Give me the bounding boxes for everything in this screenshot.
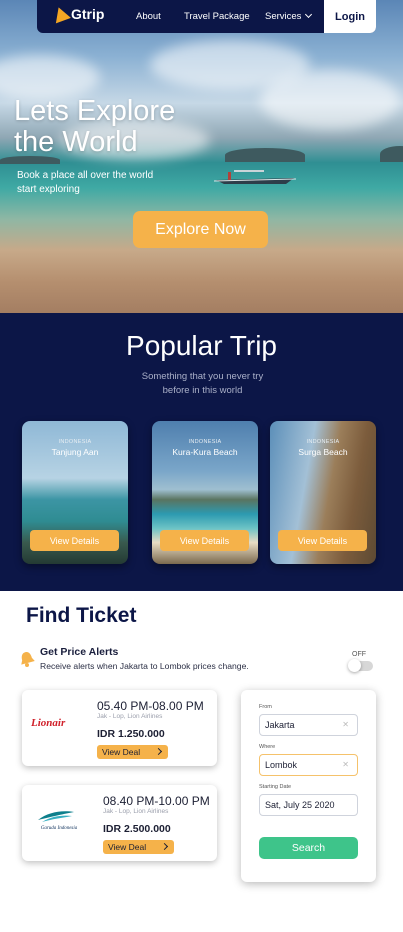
cloud-decoration: [260, 70, 400, 130]
nav-item-services[interactable]: Services: [265, 10, 313, 22]
boat-image: [214, 170, 296, 184]
garuda-wing-icon: [38, 811, 74, 822]
flight-time: 08.40 PM-10.00 PM: [103, 794, 210, 808]
logo-icon: [51, 4, 71, 24]
from-value: Jakarta: [265, 720, 295, 730]
island-decoration: [380, 146, 403, 162]
search-button[interactable]: Search: [259, 837, 358, 859]
trip-country: INDONESIA: [306, 439, 340, 445]
nav-item-travel-package[interactable]: Travel Package: [184, 11, 250, 22]
trip-name: Kura-Kura Beach: [172, 447, 238, 457]
trip-card-surga-beach[interactable]: INDONESIA Surga Beach View Details: [270, 421, 376, 564]
lion-air-logo: Lionair: [31, 713, 89, 729]
trip-card-kura-kura-beach[interactable]: INDONESIA Kura-Kura Beach View Details: [152, 421, 258, 564]
login-button[interactable]: Login: [324, 0, 376, 33]
view-deal-label: View Deal: [108, 842, 147, 852]
price-alert-toggle[interactable]: [348, 659, 373, 672]
chevron-down-icon: [305, 10, 313, 19]
garuda-logo-text: Garuda Indonesia: [40, 826, 78, 831]
lion-air-logo-text: Lion: [31, 717, 53, 729]
brand-name: Gtrip: [71, 6, 105, 22]
hero-section: Gtrip About Travel Package Services Logi…: [0, 0, 403, 313]
flight-time: 05.40 PM-08.00 PM: [97, 699, 204, 713]
lion-air-logo-text2: air: [52, 717, 66, 729]
price-alert-description: Receive alerts when Jakarta to Lombok pr…: [40, 661, 249, 671]
hero-title-line2: the World: [14, 126, 138, 158]
trip-country: INDONESIA: [58, 439, 92, 445]
brand-logo[interactable]: Gtrip: [51, 4, 105, 24]
clear-icon[interactable]: ✕: [342, 720, 349, 729]
where-label: Where: [259, 744, 276, 750]
hero-title: Lets Explore the World: [14, 96, 175, 158]
view-details-button[interactable]: View Details: [278, 530, 367, 551]
hero-title-line1: Lets Explore: [14, 95, 176, 127]
ticket-search-panel: From Jakarta ✕ Where Lombok ✕ Starting D…: [241, 690, 376, 882]
view-deal-button[interactable]: View Deal: [103, 840, 174, 854]
popular-trip-section: Popular Trip Something that you never tr…: [0, 313, 403, 591]
flight-price: IDR 2.500.000: [103, 823, 171, 835]
find-ticket-title: Find Ticket: [26, 604, 137, 627]
view-details-button[interactable]: View Details: [30, 530, 119, 551]
starting-date-field[interactable]: Sat, July 25 2020: [259, 794, 358, 816]
trip-name: Surga Beach: [298, 447, 348, 457]
garuda-indonesia-logo: Garuda Indonesia: [30, 810, 88, 838]
chevron-right-icon: [160, 842, 169, 851]
price-alert-title: Get Price Alerts: [40, 646, 119, 658]
view-deal-label: View Deal: [102, 747, 141, 757]
view-details-button[interactable]: View Details: [160, 530, 249, 551]
hero-subtitle: Book a place all over the world start ex…: [17, 170, 154, 195]
nav-item-about[interactable]: About: [136, 11, 161, 22]
section-subtitle: Something that you never try before in t…: [141, 371, 264, 396]
trip-name: Tanjung Aan: [51, 447, 99, 457]
where-value: Lombok: [265, 760, 298, 770]
flight-route: Jak - Lop, Lion Airlines: [97, 713, 163, 720]
flight-route: Jak - Lop, Lion Airlines: [103, 808, 169, 815]
view-deal-button[interactable]: View Deal: [97, 745, 168, 759]
date-label: Starting Date: [259, 784, 292, 790]
nav-item-services-label: Services: [265, 11, 302, 22]
explore-now-button[interactable]: Explore Now: [133, 211, 268, 248]
from-label: From: [259, 704, 272, 710]
trip-country: INDONESIA: [188, 439, 222, 445]
section-title: Popular Trip: [126, 330, 277, 361]
date-value: Sat, July 25 2020: [265, 800, 335, 810]
clear-icon[interactable]: ✕: [342, 760, 349, 769]
island-decoration: [225, 148, 305, 162]
cloud-decoration: [0, 55, 100, 100]
trip-card-tanjung-aan[interactable]: INDONESIA Tanjung Aan View Details: [22, 421, 128, 564]
flight-card-lion-air[interactable]: Lionair 05.40 PM-08.00 PM Jak - Lop, Lio…: [22, 690, 217, 766]
toggle-knob: [348, 659, 361, 672]
bell-icon: [21, 652, 35, 667]
flight-price: IDR 1.250.000: [97, 728, 165, 740]
toggle-state-label: OFF: [352, 651, 366, 658]
flight-card-garuda[interactable]: Garuda Indonesia 08.40 PM-10.00 PM Jak -…: [22, 785, 217, 861]
chevron-right-icon: [154, 747, 163, 756]
from-field[interactable]: Jakarta ✕: [259, 714, 358, 736]
where-field[interactable]: Lombok ✕: [259, 754, 358, 776]
